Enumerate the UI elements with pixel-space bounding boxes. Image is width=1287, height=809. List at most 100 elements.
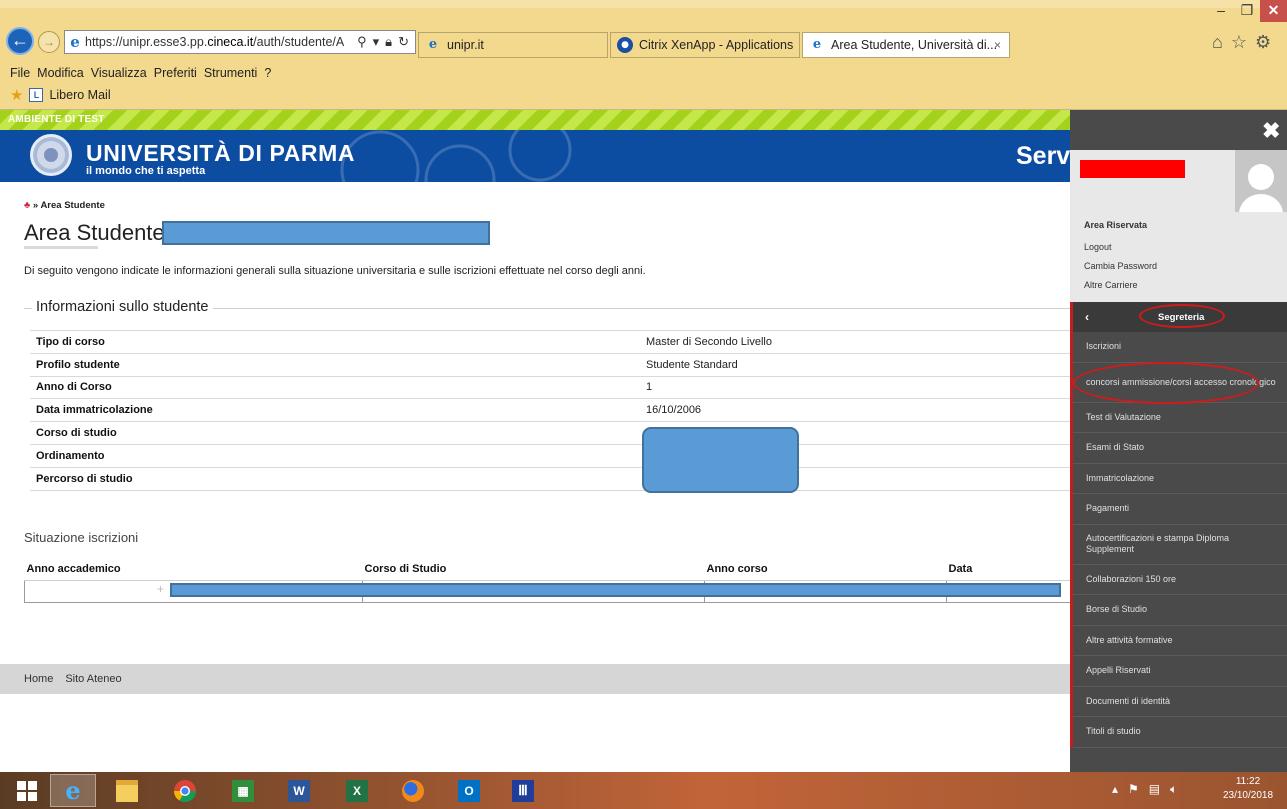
refresh-icon[interactable]: ↻ bbox=[398, 34, 409, 50]
menu-item-appelli-riservati[interactable]: Appelli Riservati bbox=[1073, 656, 1287, 687]
volume-muted-icon[interactable]: 🔈︎ bbox=[1170, 782, 1177, 797]
redaction-box bbox=[642, 427, 799, 493]
favorite-libero-mail[interactable]: Libero Mail bbox=[49, 88, 110, 102]
forward-button[interactable]: → bbox=[38, 31, 60, 53]
menu-modifica[interactable]: Modifica bbox=[37, 66, 84, 80]
info-value: Studente Standard bbox=[640, 352, 1072, 377]
system-tray: ▴ ⚑ ▤ 🔈︎ bbox=[1112, 782, 1177, 797]
student-info-table: Tipo di corso Master di Secondo Livello P… bbox=[30, 330, 1072, 491]
table-row: Data immatricolazione 16/10/2006 bbox=[30, 398, 1072, 422]
menu-visualizza[interactable]: Visualizza bbox=[91, 66, 147, 80]
taskbar-word[interactable]: W bbox=[276, 774, 322, 807]
menu-preferiti[interactable]: Preferiti bbox=[154, 66, 197, 80]
close-window-button[interactable]: ✕ bbox=[1260, 0, 1287, 22]
flag-icon[interactable]: ⚑ bbox=[1128, 782, 1139, 797]
menu-item-esami-stato[interactable]: Esami di Stato bbox=[1073, 433, 1287, 464]
page-footer: Home Sito Ateneo bbox=[0, 664, 1070, 694]
breadcrumb: ♣︎ » Area Studente bbox=[24, 200, 105, 211]
taskbar-chrome[interactable] bbox=[162, 774, 208, 807]
menu-item-altre-attivita[interactable]: Altre attività formative bbox=[1073, 626, 1287, 656]
tab-unipr[interactable]: e unipr.it bbox=[418, 32, 608, 58]
tab-title: unipr.it bbox=[447, 38, 484, 52]
menu-item-iscrizioni[interactable]: Iscrizioni bbox=[1073, 332, 1287, 363]
arrow-left-icon: ← bbox=[11, 30, 29, 50]
tray-chevron-up-icon[interactable]: ▴ bbox=[1112, 782, 1118, 797]
redacted-username bbox=[1080, 160, 1185, 178]
menu-item-collaborazioni[interactable]: Collaborazioni 150 ore bbox=[1073, 565, 1287, 595]
change-password-link[interactable]: Cambia Password bbox=[1084, 261, 1157, 271]
firefox-icon bbox=[402, 779, 424, 802]
tab-close-icon[interactable]: × bbox=[994, 38, 1001, 52]
info-label: Percorso di studio bbox=[30, 466, 640, 491]
menu-item-autocertificazioni[interactable]: Autocertificazioni e stampa Diploma Supp… bbox=[1073, 525, 1287, 565]
menu-file[interactable]: File bbox=[10, 66, 30, 80]
area-riservata-label: Area Riservata bbox=[1084, 220, 1148, 230]
tab-area-studente[interactable]: e Area Studente, Università di... × bbox=[802, 32, 1010, 58]
university-seal-logo[interactable] bbox=[30, 134, 72, 176]
annotation-circle bbox=[1139, 304, 1225, 328]
address-bar[interactable]: e https://unipr.esse3.pp.cineca.it/auth/… bbox=[64, 30, 416, 54]
lock-icon[interactable]: 🔒︎ bbox=[385, 34, 392, 50]
taskbar-excel[interactable]: X bbox=[334, 774, 380, 807]
dropdown-icon[interactable]: ▾ bbox=[373, 34, 380, 50]
taskbar-firefox[interactable] bbox=[390, 774, 436, 807]
other-careers-link[interactable]: Altre Carriere bbox=[1084, 280, 1138, 290]
university-name: UNIVERSITÀ DI PARMA bbox=[86, 140, 356, 166]
menu-item-pagamenti[interactable]: Pagamenti bbox=[1073, 494, 1287, 525]
footer-link-home[interactable]: Home bbox=[24, 673, 53, 685]
start-button[interactable] bbox=[4, 774, 50, 807]
menu-item-immatricolazione[interactable]: Immatricolazione bbox=[1073, 464, 1287, 494]
menu-item-titoli-studio[interactable]: Titoli di studio bbox=[1073, 717, 1287, 748]
avatar-head bbox=[1248, 164, 1274, 190]
home-icon[interactable]: ♣︎ bbox=[24, 200, 30, 211]
expand-row-icon[interactable]: + bbox=[157, 582, 164, 596]
back-button[interactable]: ← bbox=[6, 27, 34, 55]
avatar[interactable] bbox=[1235, 150, 1287, 212]
redaction-box bbox=[170, 583, 1061, 597]
menu-strumenti[interactable]: Strumenti bbox=[204, 66, 258, 80]
maximize-button[interactable]: ❐ bbox=[1234, 0, 1260, 22]
excel-icon: X bbox=[346, 779, 368, 802]
clock[interactable]: 11:22 23/10/2018 bbox=[1214, 775, 1282, 803]
favorites-star-icon[interactable]: ☆ bbox=[1231, 32, 1247, 53]
minimize-button[interactable]: – bbox=[1208, 0, 1234, 22]
column-header[interactable]: Anno corso bbox=[704, 558, 947, 581]
taskbar-bank-app[interactable]: Ⅲ bbox=[500, 774, 546, 807]
url-domain: cineca.it bbox=[207, 35, 254, 49]
breadcrumb-current: » Area Studente bbox=[32, 200, 105, 211]
info-label: Ordinamento bbox=[30, 443, 640, 468]
column-header[interactable]: Data bbox=[946, 558, 1072, 581]
address-url[interactable]: https://unipr.esse3.pp.cineca.it/auth/st… bbox=[85, 35, 357, 49]
taskbar-calculator[interactable]: ▦ bbox=[220, 774, 266, 807]
title-underline bbox=[24, 246, 98, 249]
word-icon: W bbox=[288, 779, 310, 802]
table-row: Anno di Corso 1 bbox=[30, 375, 1072, 399]
column-header[interactable]: Corso di Studio bbox=[362, 558, 705, 581]
university-tagline: il mondo che ti aspetta bbox=[86, 165, 206, 177]
footer-link-sito-ateneo[interactable]: Sito Ateneo bbox=[65, 673, 121, 685]
taskbar-ie[interactable]: e bbox=[50, 774, 96, 807]
info-value: 1 bbox=[640, 375, 1072, 399]
menu-item-borse-studio[interactable]: Borse di Studio bbox=[1073, 595, 1287, 626]
close-panel-icon[interactable]: ✖ bbox=[1262, 118, 1280, 144]
taskbar-file-explorer[interactable] bbox=[104, 774, 150, 807]
gear-icon[interactable]: ⚙ bbox=[1255, 32, 1271, 53]
chevron-left-icon[interactable]: ‹ bbox=[1085, 310, 1089, 324]
avatar-body bbox=[1239, 194, 1283, 212]
table-row: Ordinamento bbox=[30, 443, 1072, 468]
libero-mail-icon: L bbox=[29, 88, 44, 102]
ie-icon: e bbox=[65, 776, 81, 805]
browser-right-icons: ⌂ ☆ ⚙ bbox=[1212, 32, 1271, 53]
search-icon[interactable]: ⚲ bbox=[357, 34, 367, 50]
menu-item-test-valutazione[interactable]: Test di Valutazione bbox=[1073, 403, 1287, 433]
logout-link[interactable]: Logout bbox=[1084, 242, 1112, 252]
network-icon[interactable]: ▤ bbox=[1149, 782, 1160, 797]
tab-citrix[interactable]: ● Citrix XenApp - Applications bbox=[610, 32, 800, 58]
column-header[interactable]: Anno accademico bbox=[24, 558, 363, 581]
taskbar-outlook[interactable]: O bbox=[446, 774, 492, 807]
menu-help[interactable]: ? bbox=[264, 66, 271, 80]
menu-item-documenti-identita[interactable]: Documenti di identità bbox=[1073, 687, 1287, 717]
windows-logo-icon bbox=[17, 780, 37, 801]
home-icon[interactable]: ⌂ bbox=[1212, 32, 1223, 53]
add-favorite-icon[interactable]: ★ bbox=[10, 86, 23, 104]
